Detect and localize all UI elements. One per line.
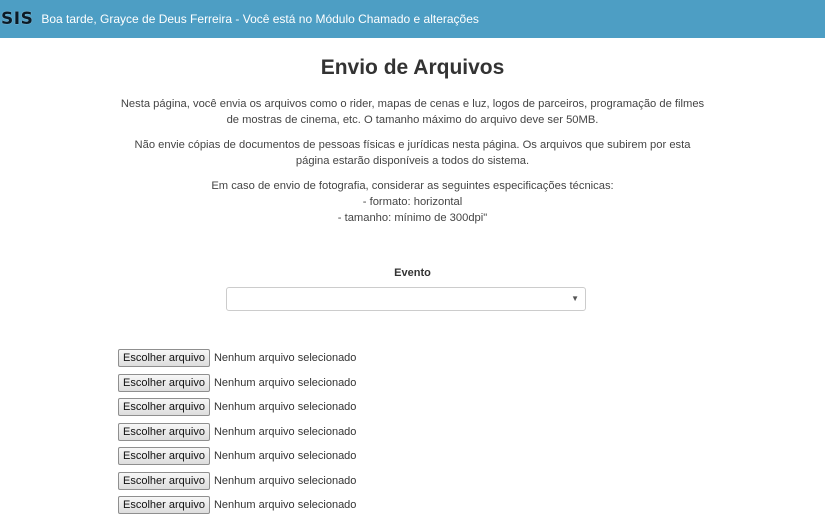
choose-file-button[interactable]: Escolher arquivo	[118, 373, 210, 392]
file-status-text: Nenhum arquivo selecionado	[213, 376, 357, 389]
file-input-row: Escolher arquivo Nenhum arquivo selecion…	[118, 444, 356, 469]
choose-file-button[interactable]: Escolher arquivo	[118, 398, 210, 417]
choose-file-button[interactable]: Escolher arquivo	[118, 496, 210, 515]
page-title: Envio de Arquivos	[320, 56, 505, 79]
instruction-paragraph: Não envie cópias de documentos de pessoa…	[134, 139, 691, 167]
file-input-row: Escolher arquivo Nenhum arquivo selecion…	[118, 493, 356, 518]
file-status-text: Nenhum arquivo selecionado	[213, 499, 357, 512]
choose-file-button[interactable]: Escolher arquivo	[118, 349, 210, 368]
evento-label: Evento	[394, 267, 431, 279]
file-status-text: Nenhum arquivo selecionado	[213, 450, 357, 463]
file-input-row: Escolher arquivo Nenhum arquivo selecion…	[118, 469, 356, 494]
sis-logo[interactable]: SIS	[1, 9, 33, 29]
spec-formato: - formato: horizontal	[362, 196, 463, 208]
file-input-row: Escolher arquivo Nenhum arquivo selecion…	[118, 371, 356, 396]
file-status-text: Nenhum arquivo selecionado	[213, 352, 357, 365]
specs-intro: Em caso de envio de fotografia, consider…	[211, 180, 614, 192]
evento-select[interactable]: ▼	[226, 287, 586, 311]
choose-file-button[interactable]: Escolher arquivo	[118, 471, 210, 490]
file-input-row: Escolher arquivo Nenhum arquivo selecion…	[118, 420, 356, 445]
file-input-row: Escolher arquivo Nenhum arquivo selecion…	[118, 395, 356, 420]
instructions: Nesta página, você envia os arquivos com…	[120, 96, 705, 226]
photo-specs: Em caso de envio de fotografia, consider…	[120, 178, 705, 226]
file-status-text: Nenhum arquivo selecionado	[213, 425, 357, 438]
file-inputs-list: Escolher arquivo Nenhum arquivo selecion…	[118, 346, 356, 518]
chevron-down-icon: ▼	[571, 294, 579, 303]
file-status-text: Nenhum arquivo selecionado	[213, 474, 357, 487]
file-status-text: Nenhum arquivo selecionado	[213, 401, 357, 414]
spec-tamanho: - tamanho: mínimo de 300dpi"	[337, 212, 488, 224]
choose-file-button[interactable]: Escolher arquivo	[118, 422, 210, 441]
choose-file-button[interactable]: Escolher arquivo	[118, 447, 210, 466]
top-bar: SIS Boa tarde, Grayce de Deus Ferreira -…	[0, 0, 825, 38]
instruction-paragraph: Nesta página, você envia os arquivos com…	[120, 98, 705, 126]
file-input-row: Escolher arquivo Nenhum arquivo selecion…	[118, 346, 356, 371]
greeting-text: Boa tarde, Grayce de Deus Ferreira - Voc…	[41, 12, 479, 26]
